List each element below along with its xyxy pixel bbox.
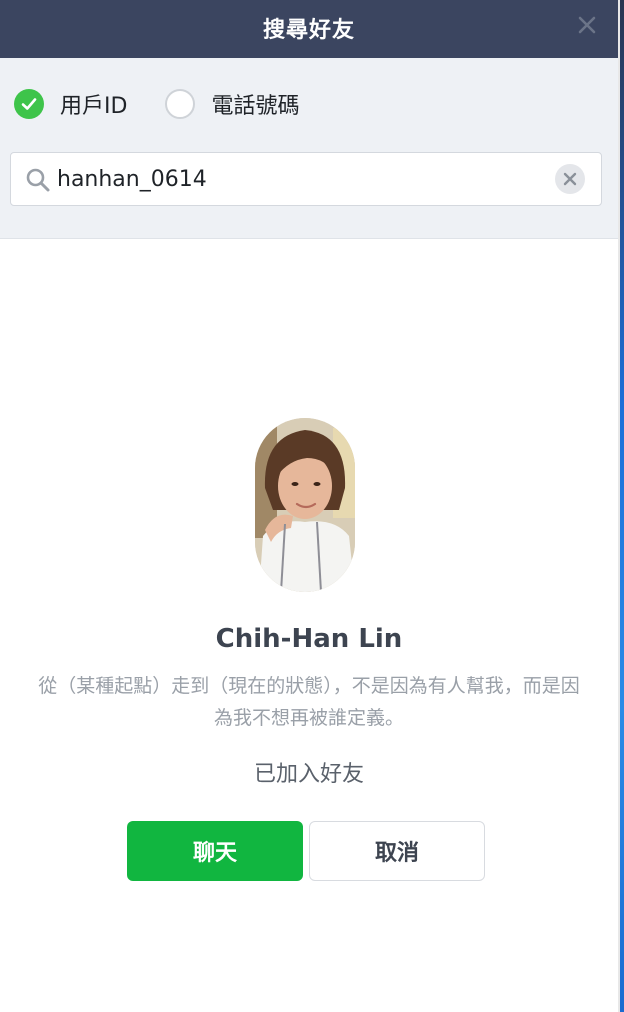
search-box: [10, 152, 602, 206]
dialog-title: 搜尋好友: [262, 18, 355, 43]
search-panel: 用戶ID 電話號碼: [0, 58, 618, 239]
radio-user-id[interactable]: 用戶ID: [14, 88, 127, 120]
search-icon: [26, 168, 50, 192]
search-type-selector: 用戶ID 電話號碼: [14, 87, 337, 121]
avatar: [255, 418, 355, 592]
status-message: 從（某種起點）走到（現在的狀態），不是因為有人幫我，而是因為我不想再被誰定義。: [38, 675, 580, 729]
background-window-edge: [618, 0, 624, 1012]
radio-phone-number[interactable]: 電話號碼: [165, 88, 299, 120]
profile-photo: [255, 418, 355, 592]
radio-user-id-label: 用戶ID: [60, 94, 128, 119]
radio-phone-number-label: 電話號碼: [211, 94, 300, 119]
clear-icon: [563, 172, 577, 186]
radio-checked-icon: [14, 89, 44, 119]
search-friend-dialog: 搜尋好友 用戶ID 電話號碼 hanhan_0614 Chih-Han Lin …: [0, 0, 618, 1012]
close-icon: [578, 16, 596, 34]
clear-search-button[interactable]: [555, 164, 585, 194]
search-input[interactable]: [57, 161, 537, 197]
friend-status-label: 已加入好友: [253, 762, 364, 787]
profile-name: Chih-Han Lin: [215, 624, 403, 654]
close-button[interactable]: [572, 10, 602, 40]
chat-button[interactable]: 聊天: [127, 821, 303, 881]
dialog-titlebar: 搜尋好友: [0, 0, 618, 58]
cancel-button[interactable]: 取消: [309, 821, 485, 881]
radio-unchecked-icon: [165, 89, 196, 119]
